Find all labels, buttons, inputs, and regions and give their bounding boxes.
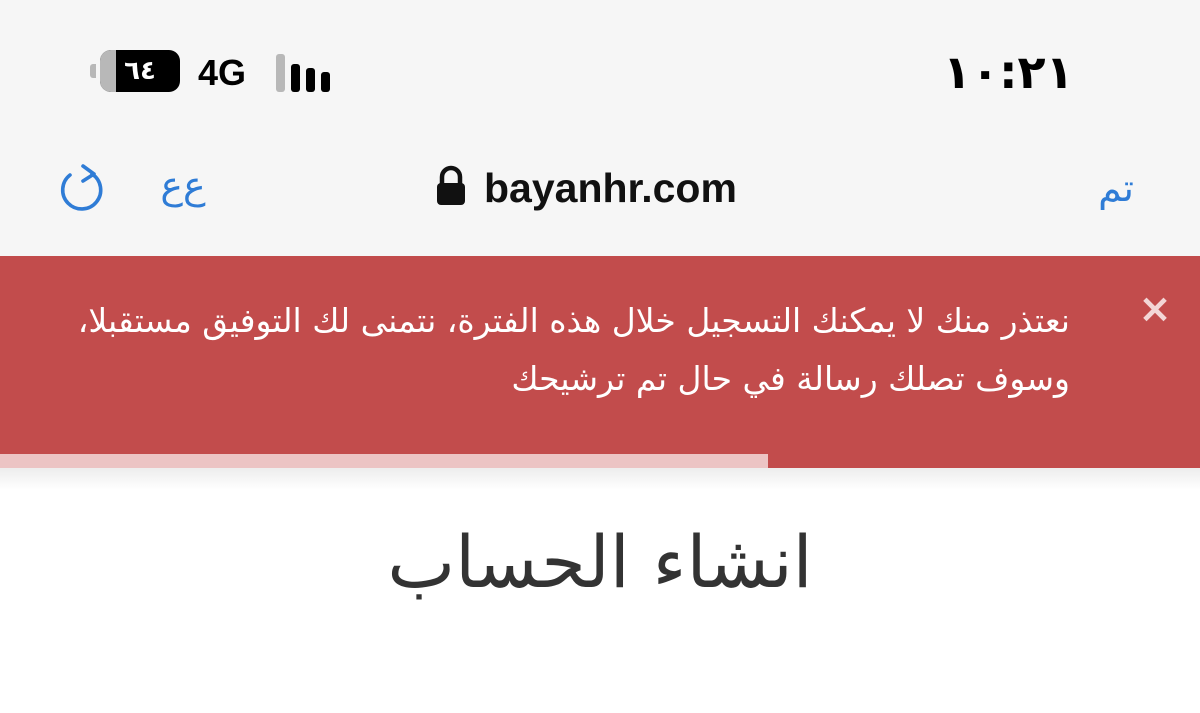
chrome-shadow [0,468,1200,490]
alert-timer-progress [0,454,768,468]
battery-percent: ٦٤ [124,56,156,86]
battery-indicator: ٦٤ [90,50,182,92]
address-url[interactable]: bayanhr.com [484,158,737,218]
network-type: 4G [198,52,247,93]
signal-bar [306,68,315,92]
page-title: انشاء الحساب [387,520,813,604]
signal-strength-icon [276,54,338,92]
signal-bar [276,54,285,92]
signal-bar [321,72,330,92]
text-size-button[interactable]: ﻉﻉ [150,156,216,214]
alert-message: نعتذر منك لا يمكنك التسجيل خلال هذه الفت… [77,301,1070,398]
done-button[interactable]: تم [1080,158,1152,218]
status-time: ١٠:٢١ [943,45,1074,99]
browser-page: ٦٤ 4G ١٠:٢١ ﻉﻉ bayanhr.com تم نعتذر منك … [0,0,1200,713]
lock-icon [434,165,468,207]
browser-chrome: ٦٤ 4G ١٠:٢١ ﻉﻉ bayanhr.com تم [0,0,1200,256]
error-alert: نعتذر منك لا يمكنك التسجيل خلال هذه الفت… [0,256,1200,468]
signal-bar [291,64,300,92]
battery-tip [90,64,96,78]
close-icon[interactable]: × [1132,286,1178,332]
reload-icon[interactable] [56,160,106,214]
